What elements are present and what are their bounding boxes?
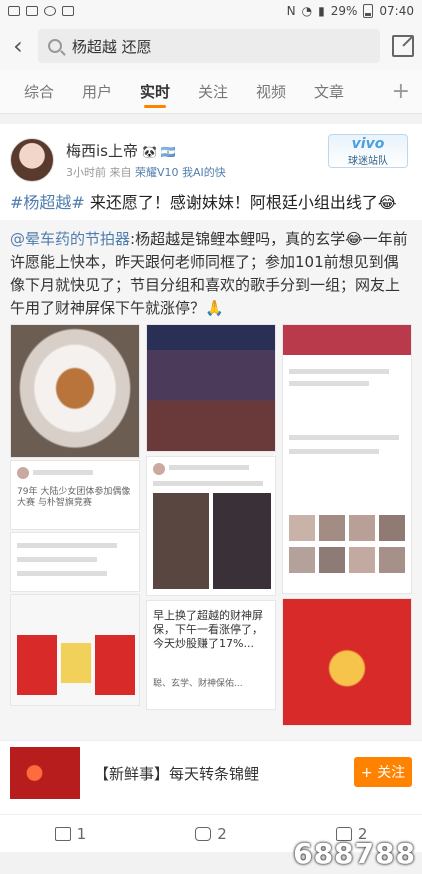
image-thumb-stage[interactable] bbox=[146, 324, 276, 452]
feed-photo bbox=[349, 547, 375, 573]
sponsor-badge[interactable]: vivo 球迷站队 bbox=[328, 134, 408, 168]
mini-line bbox=[169, 465, 249, 470]
image-thumb-caption[interactable]: 早上换了超越的财神屏保，下午一看涨停了，今天炒股赚了17%... 聪、玄学、财神… bbox=[146, 600, 276, 710]
sponsor-brand: vivo bbox=[351, 135, 385, 152]
mini-line bbox=[17, 571, 107, 576]
mini-avatar bbox=[153, 463, 165, 475]
feed-photo bbox=[379, 515, 405, 541]
photo-right bbox=[213, 493, 271, 589]
post-text: #杨超越# 来还愿了！感谢妹妹！阿根廷小组出线了😂 bbox=[10, 192, 412, 214]
poster-left bbox=[17, 635, 57, 695]
thumb-caption: 早上换了超越的财神屏保，下午一看涨停了，今天炒股赚了17%... bbox=[153, 609, 263, 650]
comment-icon bbox=[195, 826, 212, 841]
mini-line bbox=[17, 557, 97, 562]
repost-button[interactable]: 1 bbox=[0, 825, 141, 843]
feed-photo bbox=[319, 547, 345, 573]
mini-line bbox=[153, 481, 263, 486]
poster-right bbox=[95, 635, 135, 695]
battery-percent: 29% bbox=[330, 4, 358, 18]
watermark: 688788 bbox=[293, 837, 416, 870]
post-device[interactable]: 荣耀V10 我AI的快 bbox=[135, 166, 226, 179]
feed-photo bbox=[289, 515, 315, 541]
post-card: 梅西is上帝 🐼 🇦🇷 3小时前 来自 荣耀V10 我AI的快 vivo 球迷站队… bbox=[0, 124, 422, 852]
mini-line bbox=[289, 381, 369, 386]
repost-icon bbox=[54, 826, 71, 841]
tab-video[interactable]: 视频 bbox=[256, 70, 314, 114]
mini-line bbox=[289, 369, 389, 374]
image-thumb-food[interactable] bbox=[10, 324, 140, 458]
photo-left bbox=[153, 493, 209, 589]
author-name: 梅西is上帝 bbox=[66, 142, 138, 160]
battery-icon bbox=[363, 4, 374, 18]
wifi-icon: ◔ bbox=[301, 4, 313, 18]
feed-banner bbox=[283, 325, 411, 355]
news-text: 【新鲜事】每天转条锦鲤 bbox=[94, 765, 260, 783]
repost-count: 1 bbox=[76, 824, 87, 843]
signal-icon: ▮ bbox=[318, 4, 325, 18]
back-button[interactable]: ‹ bbox=[8, 32, 28, 60]
koi-image bbox=[10, 747, 80, 799]
tab-following[interactable]: 关注 bbox=[198, 70, 256, 114]
image-thumb-feed[interactable] bbox=[282, 324, 412, 594]
search-input[interactable]: 杨超越 还愿 bbox=[37, 29, 381, 63]
image-thumb-photos[interactable] bbox=[146, 456, 276, 596]
mini-line bbox=[33, 470, 93, 475]
comment-count: 2 bbox=[217, 824, 227, 843]
feed-photo bbox=[319, 515, 345, 541]
source-label: 来自 bbox=[109, 166, 132, 179]
mini-line bbox=[289, 449, 379, 454]
search-query: 杨超越 还愿 bbox=[71, 37, 152, 56]
weibo-icon bbox=[44, 6, 56, 16]
comment-button[interactable]: 2 bbox=[141, 825, 282, 843]
author-badges: 🐼 🇦🇷 bbox=[141, 145, 176, 159]
feed-photo bbox=[349, 515, 375, 541]
follow-button[interactable]: + 关注 bbox=[354, 757, 412, 787]
mini-line bbox=[17, 543, 117, 548]
feed-photo bbox=[289, 547, 315, 573]
repost-block[interactable]: @晕车药的节拍器:杨超越是锦鲤本鲤吗，真的玄学😂一年前许愿能上快本，昨天跟何老师… bbox=[0, 220, 422, 752]
sponsor-sub: 球迷站队 bbox=[348, 155, 388, 167]
mention-link[interactable]: @晕车药的节拍器 bbox=[10, 230, 130, 248]
post-author[interactable]: 梅西is上帝 🐼 🇦🇷 bbox=[66, 140, 176, 161]
image-thumb-list[interactable] bbox=[10, 532, 140, 592]
topic-link[interactable]: #杨超越# bbox=[10, 193, 85, 212]
image-thumb-post[interactable]: 79年 大陆少女团体参加偶像大赛 与朴智旗竞赛 bbox=[10, 460, 140, 530]
poster-center bbox=[61, 643, 91, 683]
add-tab-button[interactable]: + bbox=[392, 79, 410, 104]
search-tabs: 综合 用户 实时 关注 视频 文章 + bbox=[0, 70, 422, 114]
post-time: 3小时前 bbox=[66, 166, 106, 179]
image-thumb-poster[interactable] bbox=[10, 594, 140, 706]
tab-comprehensive[interactable]: 综合 bbox=[24, 70, 82, 114]
nfc-icon: N bbox=[286, 4, 296, 18]
tab-realtime[interactable]: 实时 bbox=[140, 70, 198, 114]
search-header: ‹ 杨超越 还愿 bbox=[0, 22, 422, 70]
image-grid: 79年 大陆少女团体参加偶像大赛 与朴智旗竞赛 早上换了超越的财神屏保，下午一看… bbox=[10, 324, 412, 730]
search-icon bbox=[47, 39, 62, 53]
image-thumb-fortune[interactable] bbox=[282, 598, 412, 726]
compose-button[interactable] bbox=[392, 35, 414, 57]
clock: 07:40 bbox=[379, 4, 414, 18]
mini-avatar bbox=[17, 467, 29, 479]
notification-icon bbox=[62, 6, 74, 16]
status-bar: N ◔ ▮ 29% 07:40 bbox=[0, 0, 422, 22]
feed-photo bbox=[379, 547, 405, 573]
repost-text: @晕车药的节拍器:杨超越是锦鲤本鲤吗，真的玄学😂一年前许愿能上快本，昨天跟何老师… bbox=[10, 228, 412, 320]
avatar[interactable] bbox=[10, 138, 54, 182]
thumb-caption-sub: 聪、玄学、财神保佑... bbox=[153, 679, 243, 689]
mini-line bbox=[289, 435, 399, 440]
tab-users[interactable]: 用户 bbox=[82, 70, 140, 114]
thumb-caption: 79年 大陆少女团体参加偶像大赛 与朴智旗竞赛 bbox=[17, 487, 131, 508]
news-bar[interactable]: 【新鲜事】每天转条锦鲤 + 关注 bbox=[0, 740, 422, 804]
tab-articles[interactable]: 文章 bbox=[314, 70, 372, 114]
gallery-icon bbox=[8, 6, 20, 16]
post-body: 来还愿了！感谢妹妹！阿根廷小组出线了😂 bbox=[84, 193, 397, 212]
message-icon bbox=[26, 6, 38, 16]
post-meta: 3小时前 来自 荣耀V10 我AI的快 bbox=[66, 164, 226, 180]
